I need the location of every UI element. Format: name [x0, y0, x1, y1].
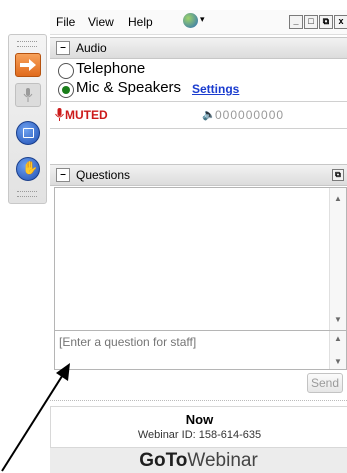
popout-questions-button[interactable]: ⧉ — [332, 169, 344, 181]
menu-bar: File View Help ▾ _ □ ⧉ x — [50, 10, 347, 35]
microphone-muted-icon — [55, 108, 64, 121]
muted-status: MUTED — [65, 108, 108, 122]
arrow-right-icon — [20, 59, 36, 71]
close-button[interactable]: x — [334, 15, 347, 29]
minimize-button[interactable]: _ — [289, 15, 303, 29]
mic-speakers-radio[interactable] — [58, 82, 74, 98]
screen-icon — [23, 128, 34, 138]
audio-settings-link[interactable]: Settings — [192, 82, 239, 96]
panel-divider — [50, 400, 347, 405]
audio-section-header: – Audio — [50, 37, 347, 59]
scroll-up-icon[interactable]: ▲ — [334, 334, 342, 343]
language-globe-icon[interactable] — [183, 13, 198, 28]
scroll-down-icon[interactable]: ▼ — [334, 357, 342, 366]
menu-file[interactable]: File — [56, 15, 75, 29]
questions-collapse-button[interactable]: – — [56, 168, 70, 182]
toolbar-grip-top[interactable] — [17, 41, 37, 47]
questions-section-header: – Questions ⧉ — [50, 164, 347, 186]
chevron-down-icon[interactable]: ▾ — [200, 14, 205, 25]
popout-button[interactable]: ⧉ — [319, 15, 333, 29]
scroll-up-icon[interactable]: ▲ — [334, 194, 342, 203]
speaker-icon: 🔈 — [202, 109, 216, 121]
webinar-info-panel: Now Webinar ID: 158-614-635 — [50, 406, 347, 448]
audio-status-row: MUTED 🔈 000000000 — [50, 101, 347, 129]
send-button[interactable]: Send — [307, 373, 343, 393]
questions-log[interactable]: ▲ ▼ — [54, 187, 347, 331]
toolbar-grip-bottom[interactable] — [17, 191, 37, 197]
annotation-arrow-icon — [1, 363, 70, 472]
menu-help[interactable]: Help — [128, 15, 153, 29]
brand-logo: GoToWebinar — [50, 448, 347, 473]
mic-speakers-label[interactable]: Mic & Speakers — [76, 79, 181, 96]
raise-hand-button[interactable]: ✋ — [16, 157, 40, 181]
questions-scrollbar[interactable]: ▲ ▼ — [329, 188, 346, 330]
audio-collapse-button[interactable]: – — [56, 41, 70, 55]
question-input-scrollbar[interactable]: ▲ ▼ — [329, 331, 346, 369]
telephone-radio[interactable] — [58, 63, 74, 79]
telephone-label[interactable]: Telephone — [76, 60, 145, 77]
microphone-icon — [23, 88, 33, 102]
hand-icon: ✋ — [22, 160, 39, 175]
question-input[interactable] — [59, 335, 325, 365]
webinar-id: Webinar ID: 158-614-635 — [137, 429, 262, 441]
scroll-down-icon[interactable]: ▼ — [334, 315, 342, 324]
microphone-button[interactable] — [15, 83, 41, 107]
control-toolbar: ✋ — [8, 34, 47, 204]
brand-name-light: Webinar — [187, 450, 258, 471]
question-input-box: ▲ ▼ — [54, 330, 347, 370]
maximize-button[interactable]: □ — [304, 15, 318, 29]
questions-section-title: Questions — [76, 168, 131, 182]
hide-panel-button[interactable] — [15, 53, 41, 77]
menu-view[interactable]: View — [88, 15, 114, 29]
screen-share-button[interactable] — [16, 121, 40, 145]
audio-section-title: Audio — [76, 41, 107, 55]
brand-name-bold: GoTo — [139, 450, 188, 471]
webinar-status: Now — [185, 412, 214, 427]
volume-level-meter: 000000000 — [215, 108, 285, 122]
